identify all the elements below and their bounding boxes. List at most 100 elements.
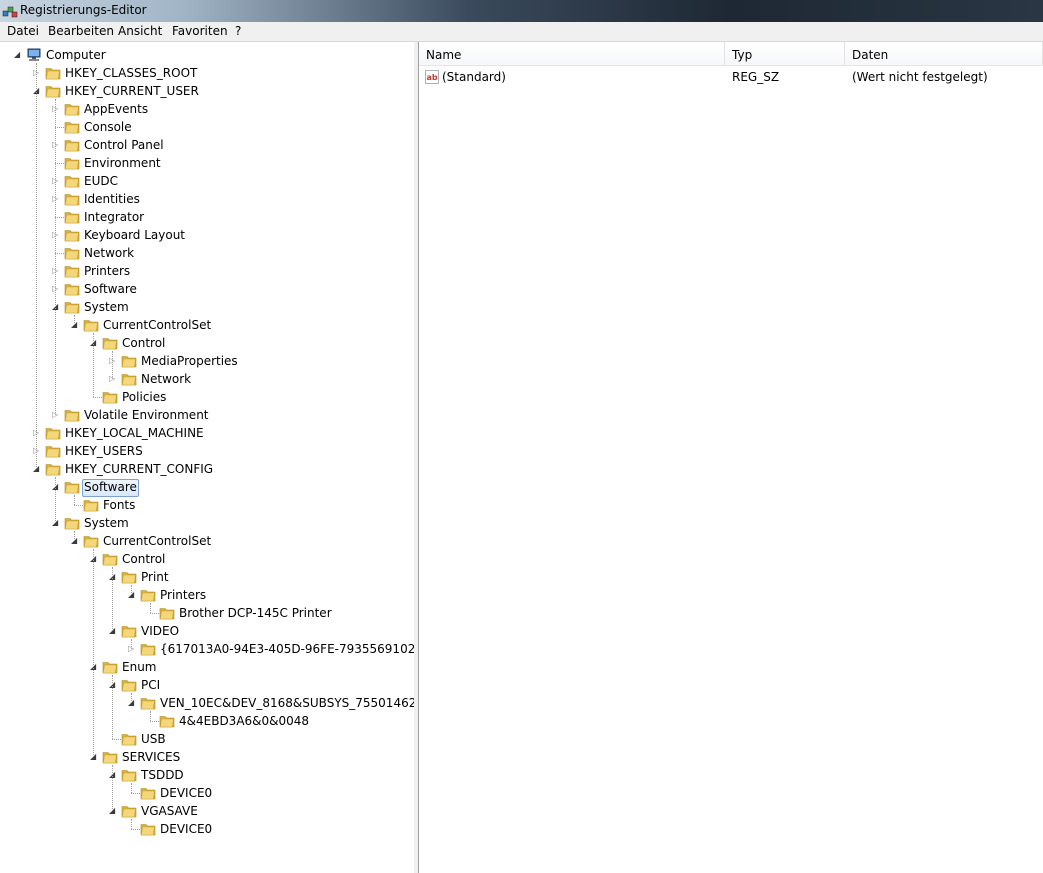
- tree-node[interactable]: Control: [0, 334, 414, 352]
- tree-node[interactable]: HKEY_CURRENT_CONFIG: [0, 460, 414, 478]
- tree-node[interactable]: Console: [0, 118, 414, 136]
- tree-node[interactable]: SERVICES: [0, 748, 414, 766]
- tree-node-label: CurrentControlSet: [103, 318, 212, 332]
- tree-node-label: HKEY_LOCAL_MACHINE: [65, 426, 204, 440]
- tree-node-label: Environment: [84, 156, 161, 170]
- tree-node[interactable]: Enum: [0, 658, 414, 676]
- svg-text:ab: ab: [427, 73, 438, 82]
- tree-node-label: VGASAVE: [141, 804, 198, 818]
- tree-node-label: Printers: [84, 264, 131, 278]
- folder-icon: [140, 786, 156, 800]
- menu-favoriten[interactable]: Favoriten: [172, 24, 228, 38]
- tree-node-label: CurrentControlSet: [103, 534, 212, 548]
- tree-node[interactable]: Printers: [0, 586, 414, 604]
- tree-node[interactable]: TSDDD: [0, 766, 414, 784]
- tree-node-label: Control Panel: [84, 138, 164, 152]
- tree-node[interactable]: Network: [0, 370, 414, 388]
- tree-node[interactable]: Software: [0, 478, 414, 497]
- tree-node[interactable]: PCI: [0, 676, 414, 694]
- folder-icon: [64, 228, 80, 242]
- column-header-name[interactable]: Name: [419, 42, 725, 66]
- tree-node[interactable]: Printers: [0, 262, 414, 280]
- folder-icon: [121, 768, 137, 782]
- tree-node[interactable]: Brother DCP-145C Printer: [0, 604, 414, 622]
- folder-icon: [121, 570, 137, 584]
- tree-connector: [55, 99, 56, 415]
- collapse-arrow-icon[interactable]: [14, 51, 21, 59]
- tree-node[interactable]: Software: [0, 280, 414, 298]
- tree-node-label: HKEY_USERS: [65, 444, 143, 458]
- folder-icon: [45, 426, 61, 440]
- tree-node[interactable]: System: [0, 298, 414, 316]
- column-header-type[interactable]: Typ: [725, 42, 845, 66]
- tree-node-label: EUDC: [84, 174, 118, 188]
- tree-connector: [131, 829, 140, 830]
- tree-node[interactable]: Control Panel: [0, 136, 414, 154]
- tree-node[interactable]: HKEY_CURRENT_USER: [0, 82, 414, 100]
- tree-connector: [131, 793, 140, 794]
- tree-node[interactable]: Fonts: [0, 496, 414, 514]
- folder-icon: [121, 372, 137, 386]
- tree-node-label: VIDEO: [141, 624, 180, 638]
- tree-node-label: Keyboard Layout: [84, 228, 186, 242]
- tree-connector: [93, 549, 94, 757]
- menu-bearbeiten[interactable]: Bearbeiten: [48, 24, 114, 38]
- tree-node-label: Fonts: [103, 498, 136, 512]
- tree-node-label: 4&4EBD3A6&0&0048: [179, 714, 310, 728]
- tree-connector: [112, 351, 113, 379]
- folder-icon: [64, 102, 80, 116]
- menu-ansicht[interactable]: Ansicht: [118, 24, 162, 38]
- tree-node[interactable]: MediaProperties: [0, 352, 414, 370]
- tree-node[interactable]: VIDEO: [0, 622, 414, 640]
- tree-node[interactable]: VEN_10EC&DEV_8168&SUBSYS_75501462&REV_(: [0, 694, 414, 712]
- tree-node[interactable]: Identities: [0, 190, 414, 208]
- folder-icon: [140, 642, 156, 656]
- tree-node[interactable]: HKEY_USERS: [0, 442, 414, 460]
- folder-icon: [102, 750, 118, 764]
- regedit-app-icon: [2, 6, 18, 18]
- tree-node[interactable]: CurrentControlSet: [0, 316, 414, 334]
- tree-node-label: Print: [141, 570, 169, 584]
- tree-node[interactable]: Control: [0, 550, 414, 568]
- tree-connector: [150, 711, 151, 721]
- tree-node[interactable]: Print: [0, 568, 414, 586]
- menu-datei[interactable]: Datei: [7, 24, 39, 38]
- tree-node[interactable]: {617013A0-94E3-405D-96FE-793556910272}: [0, 640, 414, 658]
- tree-node[interactable]: HKEY_LOCAL_MACHINE: [0, 424, 414, 442]
- tree-node-label: Integrator: [84, 210, 145, 224]
- folder-icon: [102, 660, 118, 674]
- tree-node[interactable]: VGASAVE: [0, 802, 414, 820]
- tree-connector: [150, 603, 151, 613]
- tree-node[interactable]: Environment: [0, 154, 414, 172]
- folder-icon: [64, 120, 80, 134]
- tree-node[interactable]: AppEvents: [0, 100, 414, 118]
- registry-tree-pane[interactable]: Computer HKEY_CLASSES_ROOT HKEY_CURRENT_US…: [0, 42, 415, 873]
- tree-node[interactable]: Volatile Environment: [0, 406, 414, 424]
- column-header-data[interactable]: Daten: [845, 42, 1043, 66]
- tree-node-label: AppEvents: [84, 102, 149, 116]
- tree-node[interactable]: Keyboard Layout: [0, 226, 414, 244]
- values-list-pane[interactable]: Name Typ Daten ab (Standard) REG_SZ (Wer…: [419, 42, 1043, 873]
- tree-node[interactable]: 4&4EBD3A6&0&0048: [0, 712, 414, 730]
- tree-node-label: Network: [84, 246, 135, 260]
- tree-node[interactable]: CurrentControlSet: [0, 532, 414, 550]
- tree-node[interactable]: HKEY_CLASSES_ROOT: [0, 64, 414, 82]
- tree-node[interactable]: Policies: [0, 388, 414, 406]
- tree-node[interactable]: DEVICE0: [0, 784, 414, 802]
- tree-node[interactable]: Computer: [0, 46, 414, 64]
- tree-connector: [74, 531, 75, 541]
- tree-node[interactable]: EUDC: [0, 172, 414, 190]
- tree-node[interactable]: DEVICE0: [0, 820, 414, 838]
- tree-node[interactable]: Network: [0, 244, 414, 262]
- tree-node[interactable]: USB: [0, 730, 414, 748]
- tree-connector: [93, 333, 94, 397]
- menu-help[interactable]: ?: [235, 24, 241, 38]
- folder-icon: [140, 588, 156, 602]
- tree-node-label: Identities: [84, 192, 140, 206]
- tree-node[interactable]: Integrator: [0, 208, 414, 226]
- tree-connector: [112, 567, 113, 631]
- tree-node[interactable]: System: [0, 514, 414, 532]
- tree-node-label: Brother DCP-145C Printer: [179, 606, 332, 620]
- folder-icon: [64, 192, 80, 206]
- tree-node-label: Software: [82, 479, 139, 497]
